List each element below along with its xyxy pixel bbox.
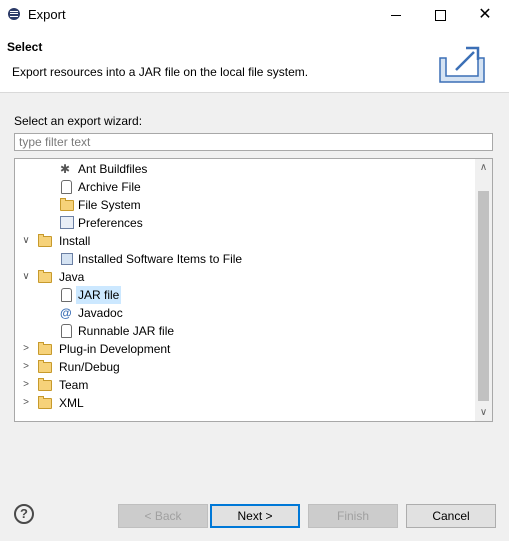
- export-wizard-icon: [439, 46, 485, 83]
- folder-icon: [38, 270, 52, 284]
- folder-icon: [38, 342, 52, 356]
- filter-input[interactable]: [14, 133, 493, 151]
- folder-icon: [38, 378, 52, 392]
- chevron-right-icon[interactable]: >: [21, 394, 31, 412]
- back-button[interactable]: < Back: [118, 504, 208, 528]
- window-title: Export: [28, 7, 66, 22]
- chevron-down-icon[interactable]: ∨: [21, 268, 31, 286]
- chevron-right-icon[interactable]: >: [21, 358, 31, 376]
- scroll-down-icon[interactable]: ∨: [475, 404, 492, 421]
- jar-icon: [60, 288, 74, 302]
- page-title: Select: [7, 40, 43, 54]
- chevron-down-icon[interactable]: ∨: [21, 232, 31, 250]
- chevron-right-icon[interactable]: >: [21, 376, 31, 394]
- cancel-button[interactable]: Cancel: [406, 504, 496, 528]
- javadoc-icon: @: [60, 306, 72, 320]
- page-description: Export resources into a JAR file on the …: [12, 65, 309, 79]
- maximize-button[interactable]: [418, 0, 462, 30]
- folder-icon: [60, 198, 74, 212]
- minimize-button[interactable]: [374, 0, 418, 30]
- ant-icon: ✱: [60, 162, 71, 176]
- wizard-header: Select Export resources into a JAR file …: [0, 30, 509, 93]
- next-button[interactable]: Next >: [210, 504, 300, 528]
- scrollbar-thumb[interactable]: [478, 191, 489, 401]
- finish-button[interactable]: Finish: [308, 504, 398, 528]
- wizard-tree[interactable]: ✱ Ant Buildfiles Archive File File Syste…: [14, 158, 493, 422]
- runnable-jar-icon: [60, 324, 74, 338]
- vertical-scrollbar[interactable]: ∧ ∨: [475, 159, 492, 421]
- preferences-icon: [60, 216, 74, 230]
- installed-software-icon: [60, 252, 74, 266]
- folder-icon: [38, 360, 52, 374]
- folder-icon: [38, 234, 52, 248]
- chevron-right-icon[interactable]: >: [21, 340, 31, 358]
- eclipse-icon: [8, 8, 20, 20]
- close-button[interactable]: ✕: [463, 0, 507, 30]
- title-bar: Export ✕: [0, 0, 509, 30]
- wizard-label: Select an export wizard:: [14, 114, 143, 128]
- archive-file-icon: [60, 180, 74, 194]
- scroll-up-icon[interactable]: ∧: [475, 159, 492, 176]
- help-icon[interactable]: ?: [14, 504, 34, 524]
- folder-icon: [38, 396, 52, 410]
